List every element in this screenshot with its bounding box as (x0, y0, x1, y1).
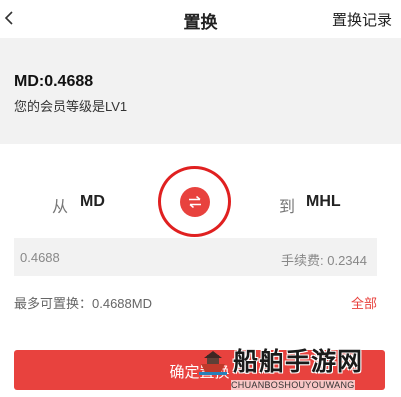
swap-button[interactable] (180, 187, 210, 217)
watermark-subtext: CHUANBOSHOUYOUWANG (231, 380, 355, 390)
amount-field-container: 手续费: 0.2344 (14, 238, 377, 276)
to-label: 到 (279, 199, 296, 216)
to-currency[interactable]: MHL (306, 193, 341, 211)
swap-arrows-icon (189, 195, 201, 209)
max-exchange-text: 最多可置换：0.4688MD (14, 296, 152, 311)
amount-input[interactable] (20, 238, 220, 276)
header: 置换 置换记录 (0, 0, 401, 38)
from-currency[interactable]: MD (80, 193, 105, 211)
member-info-panel: MD:0.4688 您的会员等级是LV1 (0, 38, 401, 144)
fee-text: 手续费: 0.2344 (281, 253, 367, 268)
watermark: 船舶手游网 CHUANBOSHOUYOUWANG (193, 340, 393, 397)
exchange-history-link[interactable]: 置换记录 (332, 9, 392, 30)
member-level-text: 您的会员等级是LV1 (14, 99, 128, 114)
balance-text: MD:0.4688 (14, 73, 94, 90)
all-button[interactable]: 全部 (351, 293, 377, 312)
watermark-text: 船舶手游网 (233, 347, 364, 376)
from-label: 从 (52, 199, 69, 216)
ship-logo-icon (199, 351, 227, 375)
